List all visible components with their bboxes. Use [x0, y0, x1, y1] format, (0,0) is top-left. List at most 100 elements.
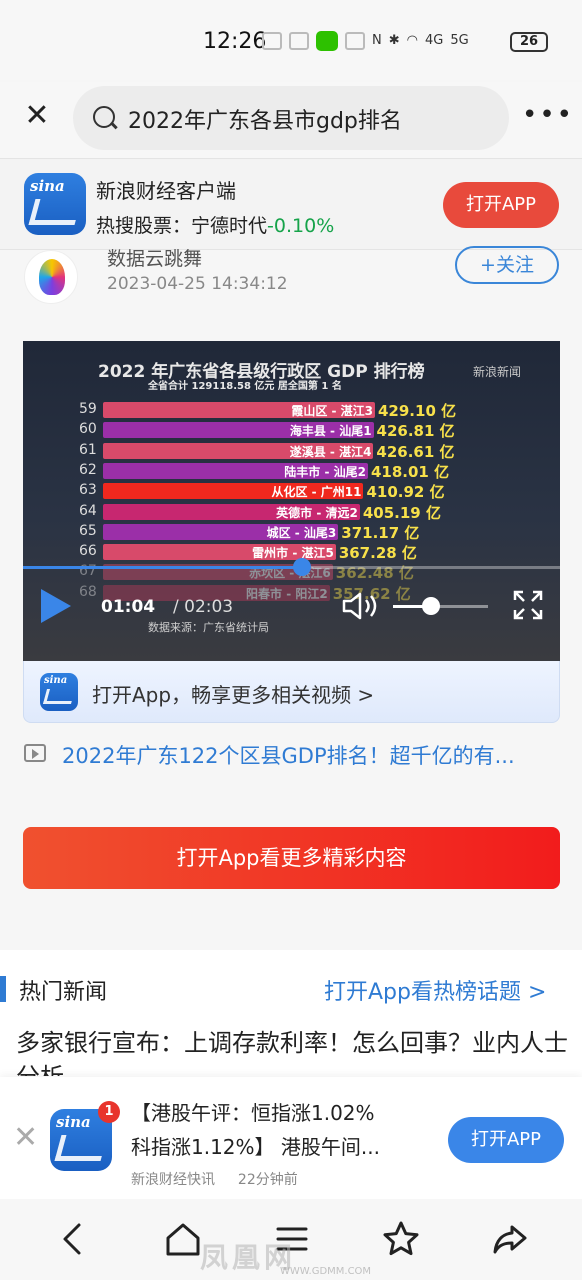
publish-time: 2023-04-25 14:34:12: [107, 274, 288, 294]
notification-source: 新浪财经快讯: [131, 1172, 215, 1188]
video-bar-rank: 68: [79, 583, 97, 600]
app-promo-banner: sina 新浪财经客户端 热搜股票：宁德时代-0.10% 打开APP: [0, 158, 582, 250]
related-video-link[interactable]: 2022年广东122个区县GDP排名！超千亿的有...: [24, 740, 564, 770]
star-icon[interactable]: [381, 1219, 421, 1259]
video-bar-rank: 60: [79, 421, 97, 438]
video-bar-row: 66 雷州市 - 湛江5 367.28 亿: [23, 543, 560, 563]
open-app-button[interactable]: 打开APP: [443, 182, 559, 228]
video-bar-rank: 63: [79, 482, 97, 499]
video-bar-label: 雷州市 - 湛江5: [252, 546, 334, 561]
notification-icon: [262, 32, 282, 50]
video-bar-value: 429.10 亿: [378, 402, 457, 420]
hot-stock-name: 宁德时代: [191, 215, 268, 237]
status-icons: N ✱ ◠ 4G 5G: [262, 31, 469, 51]
hot-stock-prefix: 热搜股票：: [96, 215, 192, 237]
video-bar-label: 海丰县 - 汕尾1: [289, 424, 372, 439]
notification-title-line1: 【港股午评：恒指涨1.02%: [131, 1101, 375, 1125]
search-icon: [93, 106, 115, 128]
search-toolbar: ✕ 2022年广东各县市gdp排名 •••: [0, 82, 582, 158]
video-bar-rank: 62: [79, 461, 97, 478]
video-bar-rank: 65: [79, 522, 97, 539]
signal-5g-icon: 5G: [450, 33, 469, 48]
volume-slider[interactable]: [393, 597, 488, 615]
sina-finance-logo: sina: [40, 673, 78, 711]
notification-icon: [345, 32, 365, 50]
battery-icon: 26: [510, 32, 548, 52]
author-row: 数据云跳舞 2023-04-25 14:34:12 +关注: [0, 246, 582, 310]
wifi-icon: ◠: [406, 33, 418, 48]
unread-badge: 1: [98, 1101, 120, 1123]
notification-icon: [289, 32, 309, 50]
video-bar-rank: 66: [79, 543, 97, 560]
video-bar-value: 410.92 亿: [366, 483, 445, 502]
video-bar-label: 霞山区 - 湛江3: [291, 404, 373, 418]
video-progress-fill: [23, 566, 303, 569]
video-bar-row: 61 遂溪县 - 湛江4 426.61 亿: [23, 441, 560, 461]
video-bar-row: 60 海丰县 - 汕尾1 426.81 亿: [23, 421, 560, 441]
search-input[interactable]: 2022年广东各县市gdp排名: [73, 86, 509, 150]
close-icon[interactable]: ✕: [22, 101, 52, 132]
volume-icon[interactable]: [341, 591, 381, 621]
section-accent-bar: [0, 976, 6, 1002]
video-bar-rank: 64: [79, 502, 97, 519]
open-app-more-content-button[interactable]: 打开App看更多精彩内容: [23, 827, 560, 889]
avatar[interactable]: [24, 250, 78, 304]
follow-button[interactable]: +关注: [455, 246, 559, 284]
video-bar-rank: 59: [79, 401, 97, 417]
hot-stock[interactable]: 热搜股票：宁德时代-0.10%: [96, 211, 334, 238]
video-watermark: 新浪新闻: [473, 365, 522, 379]
video-bar-label: 从化区 - 广州11: [271, 485, 362, 500]
video-bar-row: 62 陆丰市 - 汕尾2 418.01 亿: [23, 461, 560, 481]
notification-time: 22分钟前: [237, 1172, 298, 1188]
video-bar-value: 405.19 亿: [362, 503, 441, 522]
browser-page: 12:26 N ✱ ◠ 4G 5G 26 ✕ 2022年广东各县市gdp排名 •…: [0, 0, 582, 1280]
fullscreen-icon[interactable]: [512, 589, 544, 621]
news-headline[interactable]: 多家银行宣布：上调存款利率！怎么回事？业内人士分析: [16, 1026, 576, 1076]
home-icon[interactable]: [163, 1219, 203, 1259]
open-app-more-videos-label: 打开App，畅享更多相关视频 >: [92, 683, 375, 707]
video-bar-row: 64 英德市 - 清远2 405.19 亿: [23, 502, 560, 522]
video-bar-label: 英德市 - 清远2: [276, 505, 358, 520]
search-query: 2022年广东各县市gdp排名: [128, 109, 402, 134]
volume-handle[interactable]: [422, 597, 440, 615]
video-bar-label: 阳春市 - 阳江2: [246, 586, 328, 601]
more-menu-icon[interactable]: •••: [522, 102, 574, 128]
bluetooth-icon: ✱: [388, 33, 400, 48]
video-bar-value: 426.81 亿: [376, 422, 455, 441]
news-notification[interactable]: ✕ sina 1 【港股午评：恒指涨1.02% 科指涨1.12%】 港股午间..…: [0, 1077, 582, 1199]
notification-title-line2: 科指涨1.12%】 港股午间...: [131, 1135, 380, 1159]
video-icon: [24, 744, 46, 762]
open-app-more-videos[interactable]: sina 打开App，畅享更多相关视频 >: [23, 661, 560, 723]
wechat-icon: [316, 31, 338, 51]
video-bar-row: 59 霞山区 - 湛江3 429.10 亿: [23, 401, 560, 420]
video-bar-value: 367.28 亿: [338, 544, 417, 563]
related-video-title: 2022年广东122个区县GDP排名！超千亿的有...: [62, 744, 515, 768]
notification-open-app-button[interactable]: 打开APP: [448, 1117, 564, 1163]
share-icon[interactable]: [490, 1219, 530, 1259]
video-bar-rank: 61: [79, 441, 97, 458]
sina-finance-logo: sina: [24, 173, 86, 235]
back-icon[interactable]: [54, 1219, 94, 1259]
video-bar-row: 65 城区 - 汕尾3 371.17 亿: [23, 522, 560, 542]
video-progress-bar[interactable]: [23, 558, 560, 576]
status-time: 12:26: [203, 29, 267, 54]
video-bar-label: 遂溪县 - 湛江4: [289, 444, 372, 459]
hot-news-title: 热门新闻: [19, 980, 108, 1005]
site-watermark-url: WWW.GDMM.COM: [280, 1266, 372, 1277]
video-chart-subtitle: 全省合计 129118.58 亿元 居全国第 1 名: [148, 381, 342, 392]
nfc-icon: N: [372, 33, 382, 48]
video-data-source: 数据来源：广东省统计局: [148, 621, 269, 634]
video-bar-value: 418.01 亿: [370, 462, 450, 481]
hot-topics-link[interactable]: 打开App看热榜话题 >: [324, 974, 546, 1006]
video-bar-value: 426.61 亿: [376, 442, 455, 461]
close-icon[interactable]: ✕: [13, 1123, 38, 1153]
play-icon[interactable]: [41, 589, 71, 623]
video-player[interactable]: 2022 年广东省各县级行政区 GDP 排行榜 全省合计 129118.58 亿…: [23, 341, 560, 661]
author-name[interactable]: 数据云跳舞: [107, 244, 202, 271]
video-bar-value: 371.17 亿: [341, 523, 420, 542]
signal-4g-icon: 4G: [424, 33, 444, 48]
notification-meta: 新浪财经快讯 22分钟前: [131, 1169, 298, 1189]
app-name: 新浪财经客户端: [96, 179, 236, 203]
video-current-time: 01:04: [101, 597, 156, 617]
video-bar-label: 陆丰市 - 汕尾2: [284, 464, 366, 479]
